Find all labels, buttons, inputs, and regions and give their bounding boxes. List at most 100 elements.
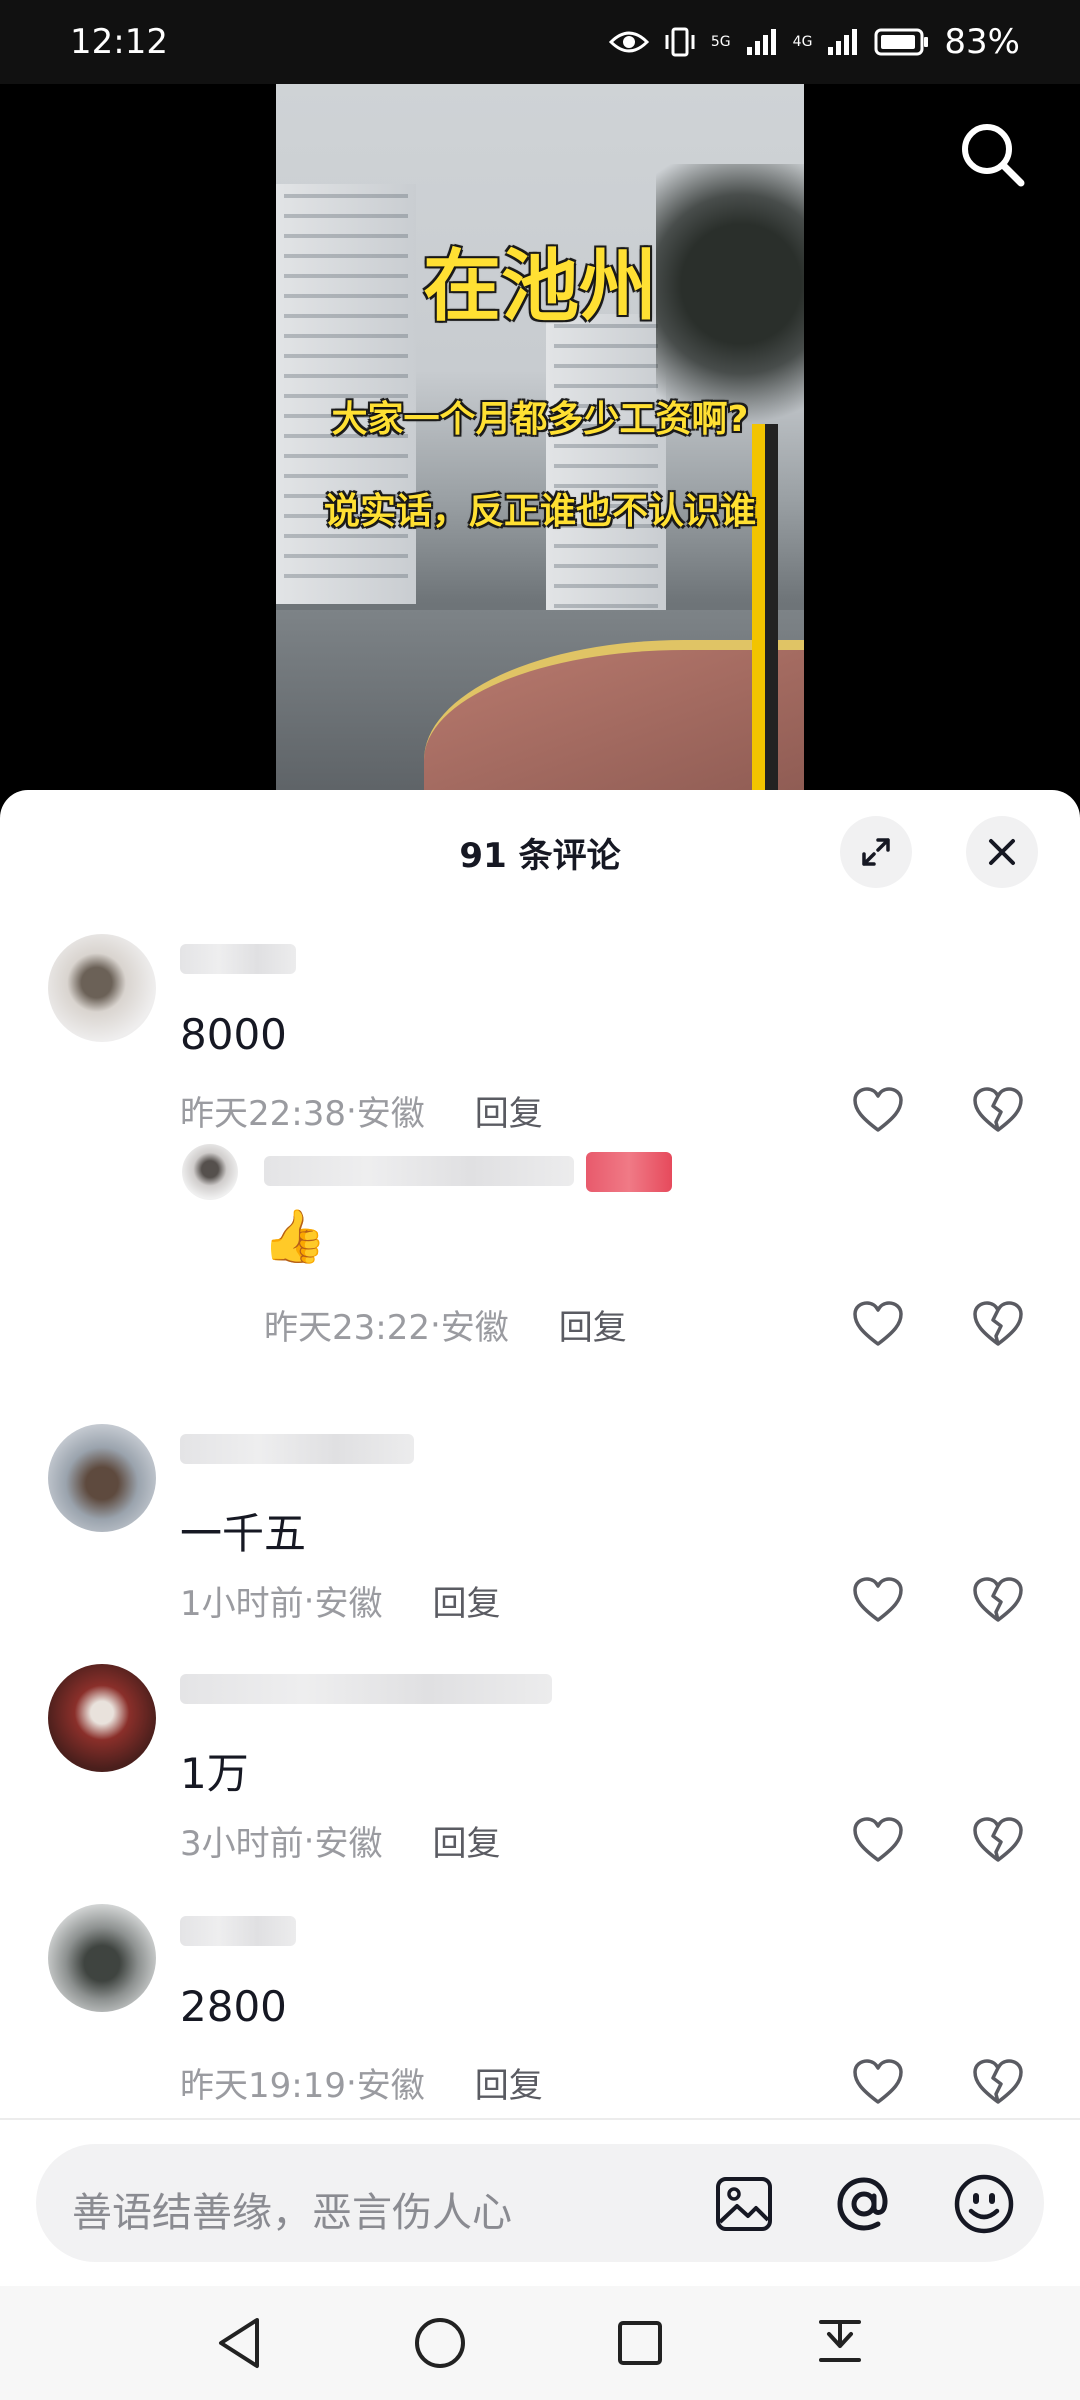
avatar[interactable] [48,1424,156,1532]
recents-square-icon [618,2321,662,2365]
comment-meta: 昨天23:22 · 安徽 回复 [264,1300,627,1349]
close-button[interactable] [966,816,1038,888]
comment-text: 一千五 [180,1509,307,1558]
username[interactable] [180,1434,414,1464]
comment-time: 昨天19:19 [180,2066,346,2106]
dislike-button[interactable] [968,1294,1028,1354]
username[interactable] [180,1674,552,1704]
reply-button[interactable]: 回复 [475,1086,543,1135]
close-icon [989,839,1015,865]
image-button[interactable] [712,2172,776,2236]
comment-time: 昨天22:38 [180,1094,346,1134]
meta-separator: · [345,1090,357,1131]
meta-separator: · [345,2062,357,2103]
expand-button[interactable] [840,816,912,888]
comment-text: 1万 [180,1749,249,1798]
avatar[interactable] [48,1904,156,2012]
comment-item: 1万 3小时前 · 安徽 回复 [0,1640,1080,1880]
reply-button[interactable]: 回复 [559,1300,627,1349]
at-icon [837,2177,888,2231]
dislike-button[interactable] [968,1810,1028,1870]
heart-icon [853,1577,903,1622]
avatar[interactable] [48,934,156,1042]
eye-icon [608,31,649,53]
broken-heart-icon [973,2059,1023,2104]
dislike-button[interactable] [968,1570,1028,1630]
comment-meta: 1小时前 · 安徽 回复 [180,1576,500,1625]
video-caption-line2: 说实话，反正谁也不认识谁 [323,491,756,532]
battery-icon [874,28,929,56]
comment-meta: 昨天22:38 · 安徽 回复 [180,1086,543,1135]
username[interactable] [264,1156,574,1186]
signal-icon [746,29,776,55]
vibrate-icon [665,27,695,57]
comment-time: 3小时前 [180,1824,304,1864]
username[interactable] [180,944,296,974]
comments-header: 91 条评论 [0,790,1080,910]
comment-location: 安徽 [314,1824,383,1864]
emoji-icon [954,2174,1014,2234]
avatar[interactable] [48,1664,156,1772]
comment-time: 昨天23:22 [264,1308,430,1348]
comment-text: 👍 [262,1207,327,1267]
meta-separator: · [429,1304,441,1345]
broken-heart-icon [973,1577,1023,1622]
broken-heart-icon [973,1817,1023,1862]
reply-button[interactable]: 回复 [475,2058,543,2107]
comment-text: 8000 [180,1010,287,1059]
dislike-button[interactable] [968,1080,1028,1140]
avatar[interactable] [182,1144,238,1200]
comment-item: 一千五 1小时前 · 安徽 回复 [0,1400,1080,1640]
video-thumbnail: 在池州 大家一个月都多少工资啊? 说实话，反正谁也不认识谁 [276,84,804,800]
status-bar: 12:12 5G 4G 83% [0,0,1080,84]
video-player[interactable]: 在池州 大家一个月都多少工资啊? 说实话，反正谁也不认识谁 [0,84,1080,800]
signal-icon-2 [828,29,858,55]
battery-percent: 83% [944,22,1020,62]
comment-meta: 昨天19:19 · 安徽 回复 [180,2058,543,2107]
heart-icon [853,1301,903,1346]
comment-location: 安徽 [356,2066,425,2106]
reply-button[interactable]: 回复 [432,1576,500,1625]
comments-count-title: 91 条评论 [459,836,621,876]
nav-recents-button[interactable] [600,2303,680,2383]
comment-input[interactable]: 善语结善缘，恶言伤人心 [36,2144,1044,2262]
search-button[interactable] [954,116,1030,192]
username[interactable] [180,1916,296,1946]
status-icons: 5G 4G 83% [608,22,1020,62]
broken-heart-icon [973,1301,1023,1346]
back-triangle-icon [219,2318,259,2368]
comments-sheet: 91 条评论 8000 昨天22:38 · 安徽 回复 👍 昨天23:22 · … [0,790,1080,2286]
comment-item: 2800 昨天19:19 · 安徽 回复 [0,1882,1080,2122]
comment-input-placeholder: 善语结善缘，恶言伤人心 [72,2190,512,2236]
system-nav-bar [0,2286,1080,2400]
image-icon [716,2177,772,2231]
like-button[interactable] [848,1294,908,1354]
reply-item: 👍 昨天23:22 · 安徽 回复 [0,1140,1080,1370]
video-caption-line1: 大家一个月都多少工资啊? [331,399,749,440]
heart-icon [853,1087,903,1132]
author-tag [586,1152,672,1192]
comment-time: 1小时前 [180,1584,304,1624]
reply-button[interactable]: 回复 [432,1816,500,1865]
like-button[interactable] [848,1810,908,1870]
comment-location: 安徽 [356,1094,425,1134]
comment-input-bar: 善语结善缘，恶言伤人心 [0,2118,1080,2286]
search-icon [962,124,1025,187]
dislike-button[interactable] [968,2052,1028,2112]
comment-location: 安徽 [314,1584,383,1624]
like-button[interactable] [848,1080,908,1140]
like-button[interactable] [848,2052,908,2112]
like-button[interactable] [848,1570,908,1630]
nav-drawer-button[interactable] [800,2303,880,2383]
nav-back-button[interactable] [200,2303,280,2383]
comment-location: 安徽 [440,1308,509,1348]
emoji-button[interactable] [952,2172,1016,2236]
network-4g-label: 4G [792,34,813,50]
meta-separator: · [303,1580,315,1621]
nav-home-button[interactable] [400,2303,480,2383]
video-title: 在池州 [422,242,657,332]
comment-meta: 3小时前 · 安徽 回复 [180,1816,500,1865]
mention-button[interactable] [832,2172,896,2236]
heart-icon [853,1817,903,1862]
pull-down-icon [819,2320,861,2362]
